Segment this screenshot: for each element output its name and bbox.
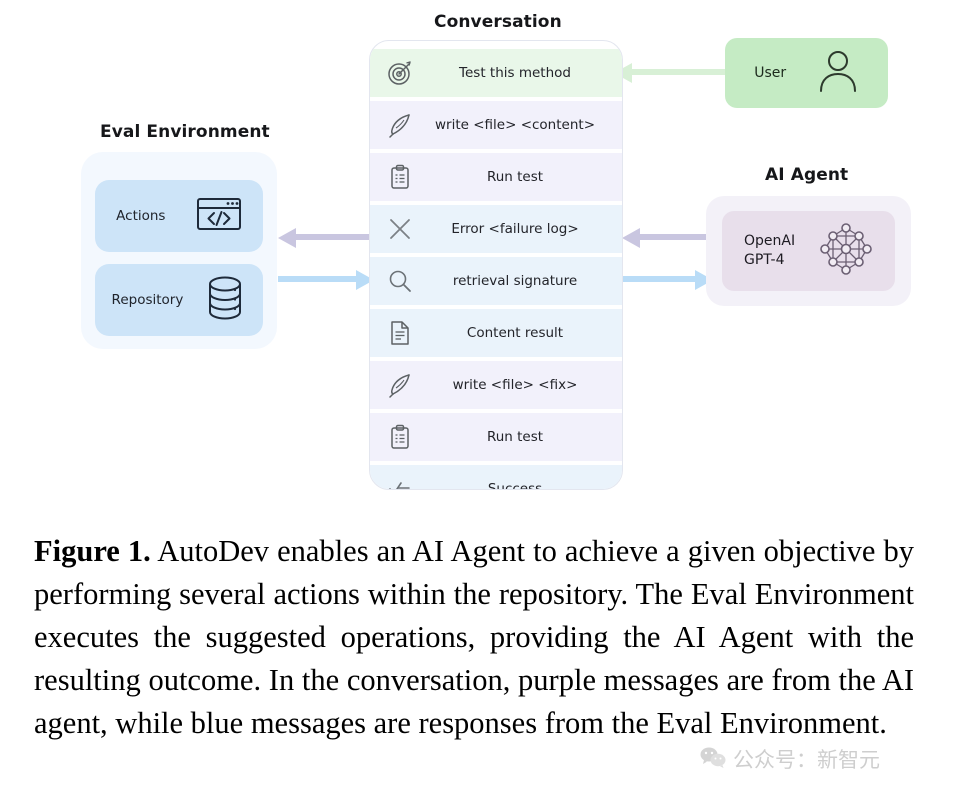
ai-agent-model-label: OpenAI GPT-4 xyxy=(743,233,796,268)
document-icon xyxy=(378,320,422,346)
message-row[interactable]: write <file> <content> xyxy=(370,101,622,149)
target-icon xyxy=(378,60,422,86)
watermark: 公众号：新智元 xyxy=(700,744,880,774)
message-text: write <file> <content> xyxy=(434,117,596,133)
magnifier-icon xyxy=(378,268,422,294)
figure-diagram: Eval Environment Actions Repository Conv… xyxy=(0,0,960,515)
figure-caption-text: AutoDev enables an AI Agent to achieve a… xyxy=(34,534,914,740)
person-icon xyxy=(817,48,859,99)
message-text: Error <failure log> xyxy=(451,221,579,237)
eval-card-repository-label: Repository xyxy=(111,292,184,308)
code-window-icon xyxy=(196,195,242,238)
message-text: Test this method xyxy=(459,65,571,81)
message-text: Content result xyxy=(466,325,564,341)
neural-network-icon xyxy=(819,222,873,281)
clipboard-icon xyxy=(378,424,422,450)
message-row[interactable]: write <file> <fix> xyxy=(370,361,622,409)
message-row[interactable]: retrieval signature xyxy=(370,257,622,305)
conversation-to-eval-arrow xyxy=(278,228,374,248)
message-row[interactable]: Test this method xyxy=(370,49,622,97)
message-text: Run test xyxy=(486,429,544,445)
user-box[interactable]: User xyxy=(725,38,888,108)
message-text: Success xyxy=(487,481,543,490)
figure-caption: Figure 1. AutoDev enables an AI Agent to… xyxy=(34,530,914,745)
message-text: Run test xyxy=(486,169,544,185)
message-row[interactable]: Content result xyxy=(370,309,622,357)
quill-icon xyxy=(378,372,422,398)
eval-card-repository[interactable]: Repository xyxy=(95,264,263,336)
message-row[interactable]: Success xyxy=(370,465,622,490)
checklist-icon xyxy=(378,476,422,489)
wechat-logo-icon xyxy=(700,746,726,773)
ai-agent-title: AI Agent xyxy=(765,165,849,185)
agent-to-conversation-arrow xyxy=(622,228,713,248)
figure-caption-label: Figure 1. xyxy=(34,534,151,568)
eval-environment-title: Eval Environment xyxy=(100,122,270,142)
conversation-to-agent-arrow xyxy=(622,270,713,290)
ai-agent-model-card[interactable]: OpenAI GPT-4 xyxy=(722,211,895,291)
database-icon xyxy=(204,274,246,327)
cross-icon xyxy=(378,216,422,242)
conversation-panel: Test this method write <file> <content> xyxy=(369,40,623,490)
watermark-text: 公众号：新智元 xyxy=(733,748,880,772)
quill-icon xyxy=(378,112,422,138)
message-row[interactable]: Run test xyxy=(370,153,622,201)
message-row[interactable]: Error <failure log> xyxy=(370,205,622,253)
conversation-message-list: Test this method write <file> <content> xyxy=(370,49,622,490)
eval-to-conversation-arrow xyxy=(278,270,374,290)
message-text: retrieval signature xyxy=(452,273,578,289)
clipboard-icon xyxy=(378,164,422,190)
ai-agent-panel: OpenAI GPT-4 xyxy=(706,196,911,306)
user-to-conversation-arrow xyxy=(614,63,730,83)
eval-environment-panel: Actions Repository xyxy=(81,152,277,349)
eval-card-actions-label: Actions xyxy=(116,208,166,224)
user-label: User xyxy=(754,65,787,81)
message-text: write <file> <fix> xyxy=(452,377,578,393)
eval-card-actions[interactable]: Actions xyxy=(95,180,263,252)
conversation-title: Conversation xyxy=(434,12,562,32)
message-row[interactable]: Run test xyxy=(370,413,622,461)
